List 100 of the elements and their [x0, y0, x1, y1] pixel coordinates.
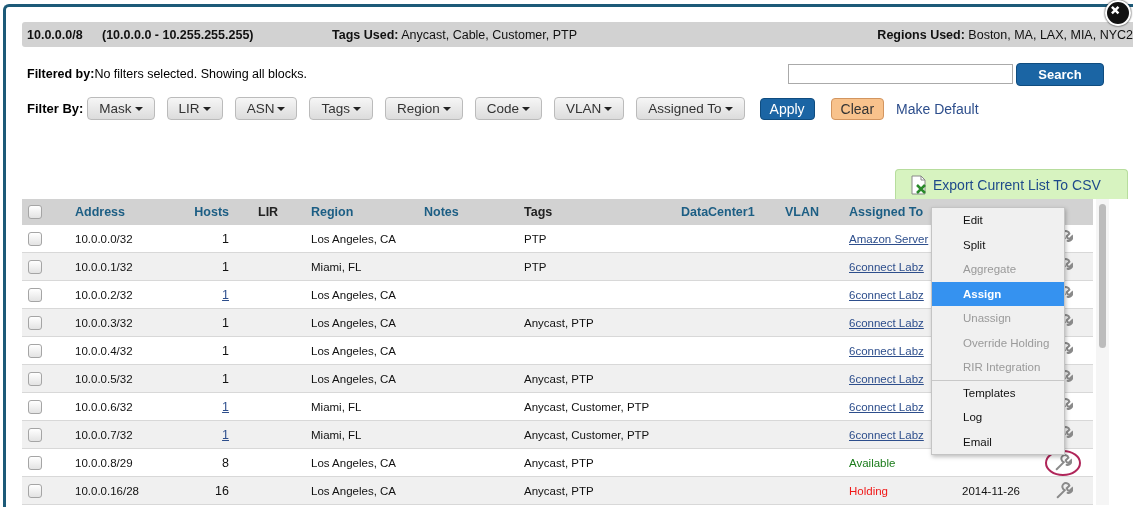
tags-used: Tags Used: Anycast, Cable, Customer, PTP [332, 27, 578, 42]
menu-item[interactable]: Log [932, 405, 1064, 430]
filter-dropdown[interactable]: Region [384, 97, 463, 120]
block-address: 10.0.0.0/8 [27, 27, 84, 42]
hosts-cell: 1 [222, 371, 229, 386]
address-cell-text: 10.0.0.7/32 [74, 428, 134, 441]
hosts-cell: 8 [222, 455, 229, 470]
menu-item[interactable]: Templates [932, 380, 1064, 405]
row-checkbox[interactable] [28, 455, 42, 470]
hosts-link[interactable]: 1 [222, 427, 229, 442]
address-cell-text: 10.0.0.5/32 [74, 372, 134, 385]
menu-item[interactable]: Edit [932, 208, 1064, 233]
filter-label: Filter By: [27, 101, 84, 116]
caret-icon [442, 106, 451, 111]
row-checkbox[interactable] [28, 343, 42, 358]
scrollbar[interactable] [1096, 199, 1109, 505]
column-header[interactable]: DataCenter1 [676, 205, 780, 219]
column-header[interactable]: Hosts [188, 205, 232, 219]
hosts-cell: 1 [222, 259, 229, 274]
address-cell-text: 10.0.0.8/29 [74, 456, 134, 469]
filter-dropdown[interactable]: Assigned To [636, 97, 745, 120]
region-cell-text: Los Angeles, CA [310, 456, 398, 469]
assigned-link[interactable]: 6connect Labz [849, 400, 924, 413]
tags-cell: Anycast, Customer, PTP [524, 428, 650, 441]
region-cell-text: Los Angeles, CA [310, 316, 398, 329]
assigned-link[interactable]: 6connect Labz [849, 316, 924, 329]
hosts-link[interactable]: 1 [222, 399, 229, 414]
caret-icon [277, 106, 286, 111]
tags-cell: Anycast, PTP [524, 456, 594, 469]
caret-icon [202, 106, 211, 111]
tags-cell: Anycast, Customer, PTP [524, 400, 650, 413]
search-button[interactable]: Search [1016, 62, 1104, 86]
assigned-link[interactable]: Amazon Server [849, 232, 929, 245]
row-checkbox[interactable] [28, 231, 42, 246]
row-checkbox[interactable] [28, 427, 42, 442]
hosts-cell: 1 [222, 231, 229, 246]
tags-cell: PTP [524, 232, 547, 245]
column-header: Tags [523, 205, 554, 219]
export-csv-button[interactable]: Export Current List To CSV [895, 169, 1128, 199]
address-cell-text: 10.0.0.6/32 [74, 400, 134, 413]
tags-cell: Anycast, PTP [524, 372, 594, 385]
close-button[interactable] [1105, 0, 1131, 26]
address-cell-text: 10.0.0.4/32 [74, 344, 134, 357]
hosts-cell: 1 [222, 315, 229, 330]
block-range: (10.0.0.0 - 10.255.255.255) [102, 27, 255, 42]
status-text: Available [849, 456, 896, 469]
caret-icon [724, 106, 733, 111]
region-cell-text: Miami, FL [310, 428, 363, 441]
region-cell-text: Los Angeles, CA [310, 344, 398, 357]
filter-dropdown[interactable]: Code [474, 97, 542, 120]
assigned-link[interactable]: 6connect Labz [849, 288, 924, 301]
row-checkbox[interactable] [28, 259, 42, 274]
tags-cell: Anycast, PTP [524, 316, 594, 329]
menu-item[interactable]: Split [932, 232, 1064, 257]
apply-button[interactable]: Apply [759, 97, 815, 120]
filter-dropdown[interactable]: LIR [166, 97, 223, 120]
wrench-icon[interactable] [1055, 481, 1073, 500]
caret-icon [134, 106, 143, 111]
menu-item[interactable]: Email [932, 429, 1064, 454]
filter-dropdown[interactable]: VLAN [554, 97, 625, 120]
caret-icon [604, 106, 613, 111]
wrench-icon[interactable] [1054, 453, 1072, 472]
filter-dropdown[interactable]: Tags [309, 97, 373, 120]
assigned-link[interactable]: 6connect Labz [849, 260, 924, 273]
clear-button[interactable]: Clear [830, 97, 885, 120]
assigned-link[interactable]: 6connect Labz [849, 372, 924, 385]
assigned-link[interactable]: 6connect Labz [849, 428, 924, 441]
row-checkbox[interactable] [28, 399, 42, 414]
address-cell-text: 10.0.0.1/32 [74, 260, 134, 273]
row-checkbox[interactable] [28, 287, 42, 302]
row-checkbox[interactable] [28, 315, 42, 330]
region-cell-text: Los Angeles, CA [310, 288, 398, 301]
filter-status: Filtered by:No filters selected. Showing all blocks. [27, 67, 308, 81]
row-checkbox[interactable] [28, 483, 42, 498]
region-cell-text: Los Angeles, CA [310, 232, 398, 245]
hosts-cell: 1 [222, 343, 229, 358]
column-header[interactable]: VLAN [780, 205, 844, 219]
select-all-checkbox[interactable] [28, 205, 42, 219]
filter-dropdown[interactable]: ASN [234, 97, 298, 120]
search-field[interactable] [788, 64, 1013, 84]
caret-icon [522, 106, 530, 111]
make-default-link[interactable]: Make Default [896, 100, 979, 117]
column-header[interactable]: Address [70, 205, 188, 219]
column-header[interactable]: Region [306, 205, 419, 219]
address-cell-text: 10.0.0.2/32 [74, 288, 134, 301]
address-cell-text: 10.0.0.16/28 [74, 484, 140, 497]
hosts-link[interactable]: 1 [222, 287, 229, 302]
row-checkbox[interactable] [28, 371, 42, 386]
address-cell-text: 10.0.0.0/32 [74, 232, 134, 245]
region-cell-text: Miami, FL [310, 260, 363, 273]
date-cell: 2014-11-26 [962, 484, 1020, 497]
assigned-link[interactable]: 6connect Labz [849, 344, 924, 357]
hosts-cell: 16 [215, 483, 229, 498]
column-header[interactable]: Notes [419, 205, 519, 219]
tags-cell: PTP [524, 260, 547, 273]
spreadsheet-icon [910, 174, 928, 195]
address-cell-text: 10.0.0.3/32 [74, 316, 134, 329]
region-cell-text: Los Angeles, CA [310, 372, 398, 385]
column-header: LIR [257, 205, 280, 219]
filter-dropdown[interactable]: Mask [87, 97, 155, 120]
